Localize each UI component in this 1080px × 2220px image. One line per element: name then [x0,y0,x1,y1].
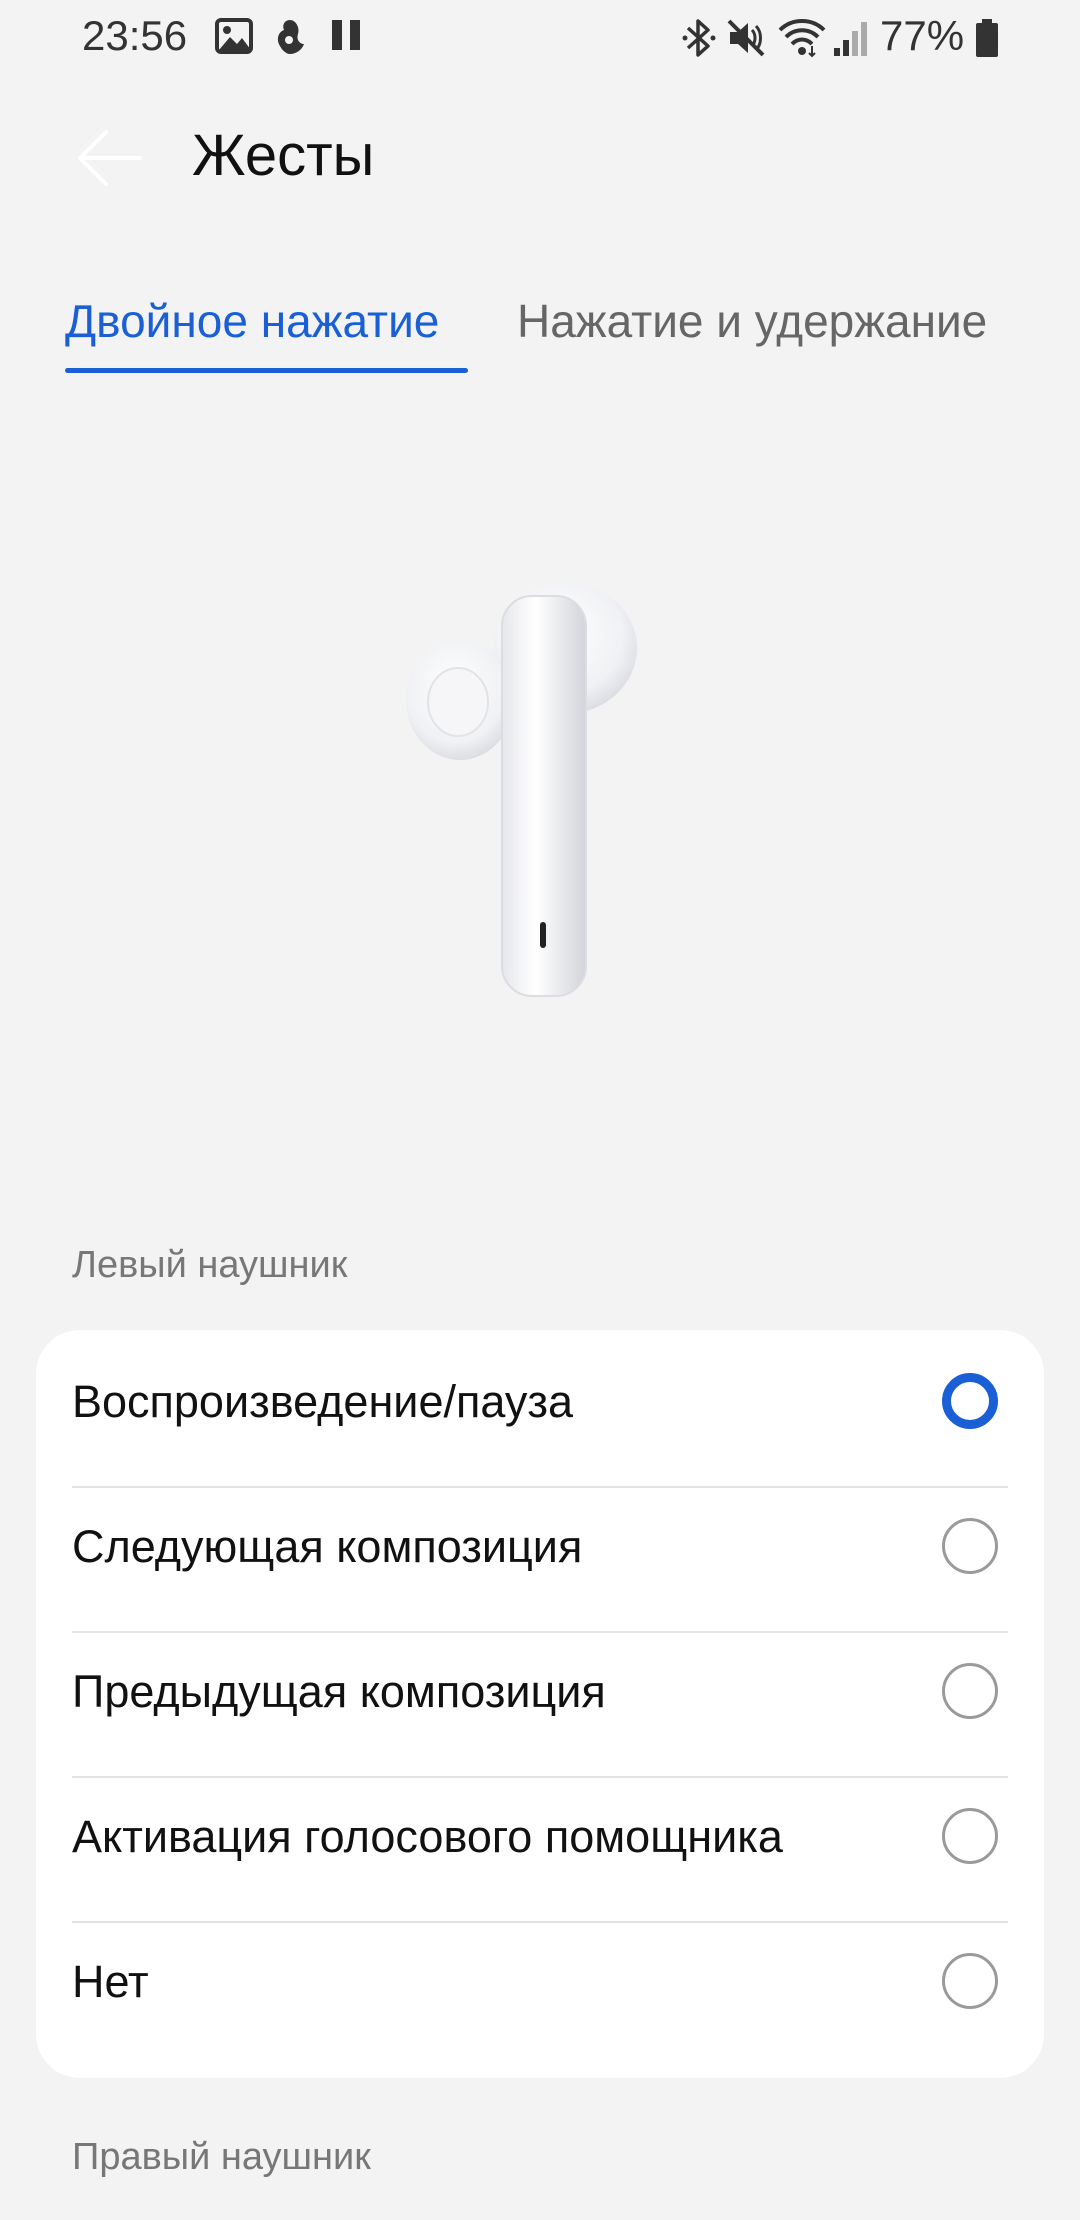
tab-double-tap[interactable]: Двойное нажатие [65,294,439,348]
option-label: Нет [72,1956,149,2007]
status-bar: 23:56 77% [0,0,1080,80]
radio-button[interactable] [942,1518,998,1574]
left-earbud-options-card: Воспроизведение/пауза Следующая композиц… [36,1330,1044,2078]
status-time: 23:56 [82,12,188,59]
battery-icon [976,19,998,57]
pause-icon [332,20,360,50]
option-previous-track[interactable]: Предыдущая композиция [36,1620,1044,1765]
wifi-icon [778,19,826,58]
radio-button[interactable] [942,1953,998,2009]
page-title: Жесты [192,123,375,188]
option-voice-assistant[interactable]: Активация голосового помощника [36,1765,1044,1910]
back-button[interactable] [70,118,150,198]
radio-button[interactable] [942,1808,998,1864]
tab-press-and-hold[interactable]: Нажатие и удержание [517,294,987,348]
battery-percent: 77% [880,12,965,59]
arrow-left-icon [78,130,142,186]
bluetooth-icon [682,19,716,57]
radio-button[interactable] [942,1663,998,1719]
option-none[interactable]: Нет [36,1910,1044,2055]
mute-icon [727,19,765,57]
radio-button-selected[interactable] [942,1373,998,1429]
app-notification-icon [277,20,304,54]
option-label: Предыдущая композиция [72,1666,606,1717]
option-label: Воспроизведение/пауза [72,1376,574,1427]
option-play-pause[interactable]: Воспроизведение/пауза [36,1330,1044,1475]
signal-icon [834,22,867,56]
option-label: Следующая композиция [72,1521,583,1572]
option-next-track[interactable]: Следующая композиция [36,1475,1044,1620]
gallery-icon [215,18,253,54]
section-label-right-earbud: Правый наушник [72,2136,371,2178]
option-label: Активация голосового помощника [72,1811,783,1862]
section-label-left-earbud: Левый наушник [72,1244,348,1286]
earbud-image [406,582,637,997]
tab-active-indicator [65,368,468,373]
